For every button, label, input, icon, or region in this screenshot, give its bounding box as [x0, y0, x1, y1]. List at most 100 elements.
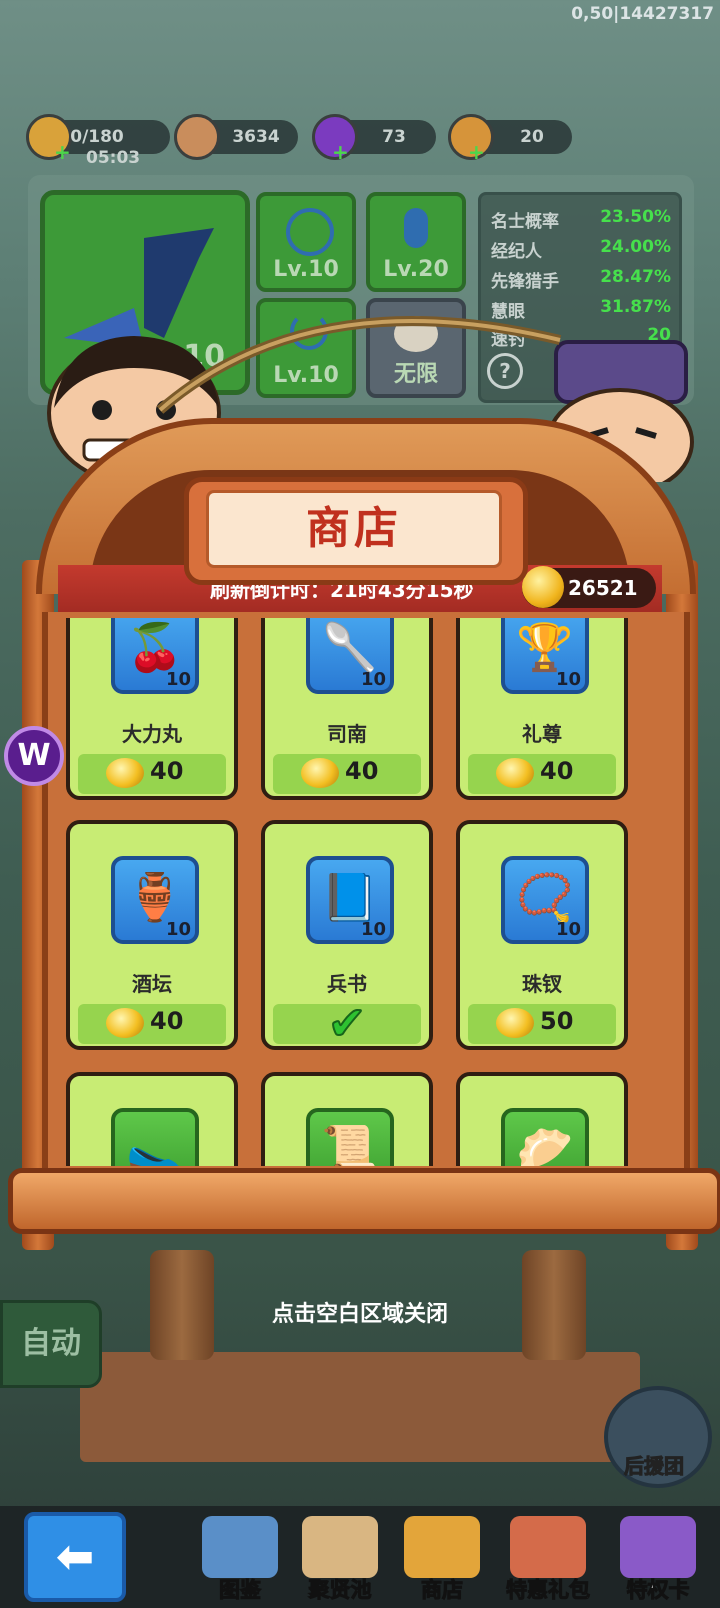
- hairpin-icon: 📿: [516, 870, 574, 924]
- gold-balance: 26521: [568, 576, 638, 600]
- nav-label: 特惠礼包: [506, 1578, 591, 1603]
- plus-icon[interactable]: +: [54, 140, 71, 164]
- item-price: 40: [150, 757, 184, 785]
- shop-item-card[interactable]: 🏺 10 酒坛 40: [66, 820, 238, 1050]
- shop-item-card[interactable]: 🥄 10 司南 40: [261, 618, 433, 800]
- item-count: 10: [555, 669, 581, 690]
- shop-item-card[interactable]: 📘 10 兵书 ✔: [261, 820, 433, 1051]
- gold-ingot-icon: [522, 566, 564, 608]
- shop-item-grid[interactable]: 🍒 10 大力丸 40 🥄 10 司南 40 🏆 10 礼尊 40 🏺 10 酒坛 40…: [62, 618, 638, 1166]
- shop-item-card[interactable]: 🍒 10 大力丸 40: [66, 618, 238, 800]
- nav-codex[interactable]: 图鉴: [190, 1516, 290, 1604]
- item-icon-box: 📿 10: [501, 856, 589, 944]
- item-icon-box: 🏺 10: [111, 856, 199, 944]
- item-price: 40: [150, 1007, 184, 1035]
- wooden-dock: [80, 1352, 640, 1462]
- fishing-float-icon: [404, 208, 428, 248]
- item-icon-box: 🥿: [111, 1108, 199, 1166]
- checkmark-icon: ✔: [327, 995, 368, 1051]
- item-count: 10: [555, 919, 581, 940]
- straw-sandal-icon: 🥿: [126, 1122, 184, 1166]
- recruit-map-icon: [302, 1516, 378, 1578]
- upgrade-slot-float[interactable]: Lv.20: [366, 192, 466, 292]
- privilege-card-icon: [620, 1516, 696, 1578]
- nav-label: 特权卡: [626, 1578, 690, 1603]
- gold-ingot-icon: [106, 1008, 144, 1038]
- scroll-icon: 📜: [321, 1122, 379, 1166]
- resource-energy-timer: 05:03: [86, 148, 141, 168]
- auto-button[interactable]: 自动: [0, 1300, 102, 1388]
- item-icon-box: 📘 10: [306, 856, 394, 944]
- nav-gift-pack[interactable]: 特惠礼包: [498, 1516, 598, 1604]
- resource-gem-value: 73: [382, 127, 406, 147]
- item-name: 礼尊: [522, 722, 562, 746]
- pill-icon: 🍒: [126, 620, 184, 674]
- war-book-icon: 📘: [321, 870, 379, 924]
- buy-button[interactable]: 40: [78, 754, 226, 794]
- shop-title: 商店: [206, 490, 502, 568]
- gift-pack-icon: [510, 1516, 586, 1578]
- item-name: 大力丸: [122, 722, 182, 746]
- shop-item-card[interactable]: 📜: [261, 1072, 433, 1166]
- stat-row: 经纪人 24.00%: [491, 237, 671, 262]
- shop-item-card[interactable]: 🏆 10 礼尊 40: [456, 618, 628, 800]
- buy-button[interactable]: 40: [78, 1004, 226, 1044]
- gold-ingot-icon: [496, 1008, 534, 1038]
- item-price: 50: [540, 1007, 574, 1035]
- nav-shop[interactable]: 商店: [392, 1516, 492, 1604]
- stat-row: 先锋猎手 28.47%: [491, 267, 671, 292]
- item-icon-box: 🍒 10: [111, 618, 199, 694]
- item-price: 40: [345, 757, 379, 785]
- item-name: 司南: [327, 722, 367, 746]
- item-icon-box: 📜: [306, 1108, 394, 1166]
- copper-coin-icon: [174, 114, 220, 160]
- buy-button[interactable]: 40: [273, 754, 421, 794]
- shop-item-card[interactable]: 🥿: [66, 1072, 238, 1166]
- bronze-vessel-icon: 🏆: [516, 620, 574, 674]
- compass-spoon-icon: 🥄: [321, 620, 379, 674]
- buy-button[interactable]: 40: [468, 754, 616, 794]
- back-button[interactable]: ⬅: [24, 1512, 126, 1602]
- item-price: 40: [540, 757, 574, 785]
- nav-privilege-card[interactable]: 特权卡: [608, 1516, 708, 1604]
- item-count: 10: [165, 669, 191, 690]
- shop-item-card[interactable]: 📿 10 珠钗 50: [456, 820, 628, 1050]
- shop-base: [8, 1168, 720, 1234]
- helper-label: 后援团: [624, 1454, 685, 1479]
- debug-label: 0,50|14427317: [571, 4, 714, 24]
- shop-item-card[interactable]: 🥟: [456, 1072, 628, 1166]
- item-icon-box: 🥟: [501, 1108, 589, 1166]
- stat-row: 名士概率 23.50%: [491, 207, 671, 232]
- item-count: 10: [360, 919, 386, 940]
- resource-bag-value: 20: [520, 127, 544, 147]
- item-name: 珠钗: [522, 972, 562, 996]
- plus-icon[interactable]: +: [332, 140, 349, 164]
- slot-level: Lv.20: [383, 257, 449, 282]
- nav-label: 商店: [421, 1578, 464, 1603]
- item-count: 10: [360, 669, 386, 690]
- arrow-left-icon: ⬅: [55, 1529, 95, 1583]
- gold-ingot-icon: [106, 758, 144, 788]
- item-name: 兵书: [327, 972, 367, 996]
- purchased-indicator: ✔: [273, 995, 421, 1051]
- wine-jar-icon: 🏺: [126, 870, 184, 924]
- nav-recruit[interactable]: 聚贤池: [290, 1516, 390, 1604]
- resource-copper-value: 3634: [232, 127, 280, 147]
- rope-lasso-icon: [286, 208, 334, 256]
- bun-icon: 🥟: [516, 1122, 574, 1166]
- slot-level: Lv.10: [273, 257, 339, 282]
- item-icon-box: 🏆 10: [501, 618, 589, 694]
- shop-treasure-icon: [404, 1516, 480, 1578]
- plus-icon[interactable]: +: [468, 140, 485, 164]
- w-badge-icon[interactable]: W: [4, 726, 64, 786]
- buy-button[interactable]: 50: [468, 1004, 616, 1044]
- gold-ingot-icon: [496, 758, 534, 788]
- fishing-rod-illustration: [156, 316, 562, 414]
- item-name: 酒坛: [132, 972, 172, 996]
- close-hint[interactable]: 点击空白区域关闭: [0, 1296, 720, 1328]
- item-count: 10: [165, 919, 191, 940]
- codex-book-icon: [202, 1516, 278, 1578]
- upgrade-slot-line[interactable]: Lv.10: [256, 192, 356, 292]
- item-icon-box: 🥄 10: [306, 618, 394, 694]
- gold-ingot-icon: [301, 758, 339, 788]
